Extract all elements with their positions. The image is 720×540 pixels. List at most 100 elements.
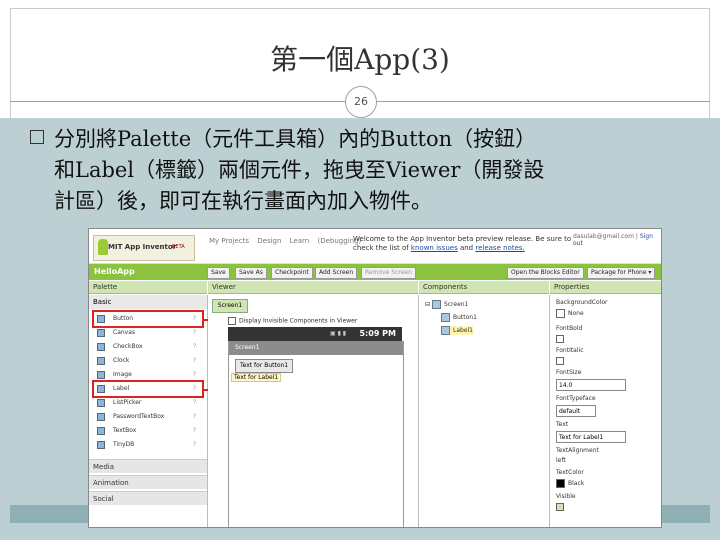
save-button[interactable]: Save [207,267,230,279]
checkbox-icon [228,317,236,325]
help-icon[interactable]: ? [193,424,196,438]
fontsize-input[interactable]: 14.0 [556,379,626,391]
palette-basic-category[interactable]: Basic [89,295,207,309]
nav-my-projects[interactable]: My Projects [209,237,249,245]
fontbold-checkbox[interactable] [556,335,564,343]
palette-header: Palette [89,281,207,294]
screen-icon [431,300,441,309]
collapse-icon[interactable]: ⊟ [425,301,432,308]
bullet-line-2: 和Label（標籤）兩個元件，拖曳至Viewer（開發設 [54,158,545,182]
prop-text-label: Text [556,421,569,428]
password-icon [97,413,105,421]
top-bar: MIT App Inventor BETA My Projects Design… [89,229,661,264]
palette-item-passwordtextbox[interactable]: PasswordTextBox? [89,410,207,424]
properties-panel: BackgroundColor None FontBold FontItalic… [550,295,661,527]
prop-fontbold-label: FontBold [556,325,583,332]
open-blocks-editor-button[interactable]: Open the Blocks Editor [507,267,584,279]
palette-category-media[interactable]: Media [89,459,207,473]
release-notes-link[interactable]: release notes. [475,244,524,252]
save-as-button[interactable]: Save As [235,267,267,279]
clock-icon [97,357,105,365]
palette-item-canvas[interactable]: Canvas? [89,326,207,340]
page-number: 26 [345,86,377,118]
prop-visible-label: Visible [556,493,576,500]
palette-item-textbox[interactable]: TextBox? [89,424,207,438]
preview-button1[interactable]: Text for Button1 [235,359,294,373]
components-header: Components [419,281,549,294]
phone-screen: Screen1 Text for Button1 Text for Label1 [228,341,404,527]
textalignment-select[interactable]: left [556,457,566,464]
component-label1[interactable]: Label1 [441,326,474,335]
properties-header: Properties [550,281,661,294]
text-input[interactable]: Text for Label1 [556,431,626,443]
package-for-phone-button[interactable]: Package for Phone ▾ [587,267,656,279]
palette-panel: Basic Button? Canvas? CheckBox? Clock? I… [89,295,208,527]
project-toolbar: HelloApp Save Save As Checkpoint Add Scr… [89,264,661,280]
label-icon [441,326,450,335]
palette-category-social[interactable]: Social [89,491,207,505]
fonttypeface-select[interactable]: default [556,405,596,417]
textbox-icon [97,427,105,435]
account-separator: | [635,233,638,240]
checkbox-icon [97,343,105,351]
android-icon [98,239,108,255]
help-icon[interactable]: ? [193,396,196,410]
component-button1[interactable]: Button1 [441,313,477,322]
tab-screen1[interactable]: Screen1 [212,299,248,313]
prop-value: None [568,310,584,317]
top-nav: My Projects Design Learn (Debugging) [209,237,367,245]
phone-time: 5:09 PM [359,329,396,338]
prop-fontsize-label: FontSize [556,369,582,376]
textcolor-value[interactable]: Black [556,479,584,488]
component-screen1[interactable]: ⊟ Screen1 [425,300,468,309]
help-icon[interactable]: ? [193,354,196,368]
account-email: dasulab@gmail.com [573,233,634,240]
fontitalic-checkbox[interactable] [556,357,564,365]
prop-fontitalic-label: FontItalic [556,347,584,354]
nav-design[interactable]: Design [257,237,281,245]
checkpoint-button[interactable]: Checkpoint [271,267,313,279]
viewer-header: Viewer [208,281,418,294]
help-icon[interactable]: ? [193,410,196,424]
tinydb-icon [97,441,105,449]
palette-item-label: PasswordTextBox [113,413,165,420]
help-icon[interactable]: ? [193,438,196,452]
prop-backgroundcolor-value[interactable]: None [556,309,584,318]
help-icon[interactable]: ? [193,326,196,340]
component-label: Screen1 [443,301,469,308]
nav-learn[interactable]: Learn [290,237,310,245]
known-issues-link[interactable]: known issues [411,244,458,252]
remove-screen-button[interactable]: Remove Screen [361,267,416,279]
app-inventor-screenshot: MIT App Inventor BETA My Projects Design… [88,228,662,528]
prop-backgroundcolor-label: BackgroundColor [556,299,608,306]
app-inventor-logo[interactable]: MIT App Inventor BETA [93,235,195,261]
prop-textcolor-label: TextColor [556,469,584,476]
display-invisible-checkbox[interactable]: Display Invisible Components in Viewer [228,317,357,325]
bullet-text: 分別將Palette（元件工具箱）內的Button（按鈕） 和Label（標籤）… [30,124,700,217]
canvas-icon [97,329,105,337]
palette-item-clock[interactable]: Clock? [89,354,207,368]
preview-label1[interactable]: Text for Label1 [231,373,282,382]
prop-textalignment-label: TextAlignment [556,447,599,454]
beta-badge: BETA [172,244,185,250]
palette-item-checkbox[interactable]: CheckBox? [89,340,207,354]
display-invisible-label: Display Invisible Components in Viewer [239,317,358,325]
divider-right [375,101,710,102]
color-swatch [556,479,565,488]
bullet-line-3: 計區）後，即可在執行畫面內加入物件。 [54,189,432,213]
prop-value: Black [568,480,585,487]
palette-category-animation[interactable]: Animation [89,475,207,489]
project-name: HelloApp [94,267,135,276]
prop-fonttypeface-label: FontTypeface [556,395,596,402]
palette-item-label: Canvas [113,329,136,336]
add-screen-button[interactable]: Add Screen [315,267,358,279]
listpicker-icon [97,399,105,407]
visible-checkbox[interactable] [556,503,564,511]
palette-item-listpicker[interactable]: ListPicker? [89,396,207,410]
palette-item-tinydb[interactable]: TinyDB? [89,438,207,452]
component-label: Label1 [453,327,474,334]
welcome-message: Welcome to the App Inventor beta preview… [353,235,573,253]
account-info: dasulab@gmail.com | Sign out [573,233,661,247]
palette-item-label: TinyDB [113,441,135,448]
help-icon[interactable]: ? [193,340,196,354]
